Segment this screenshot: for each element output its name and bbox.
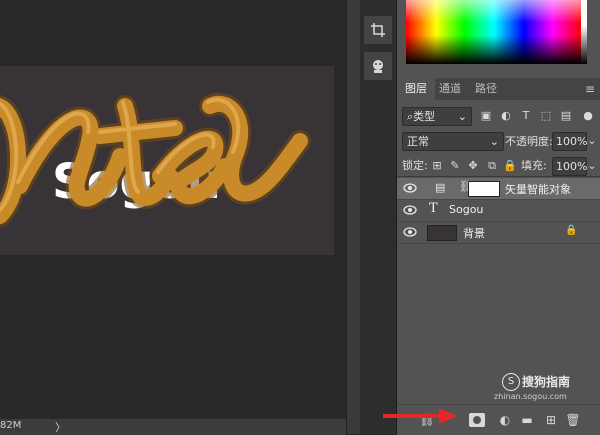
panel-tabs: 图层 通道 路径 ≡ bbox=[397, 78, 600, 100]
layer-kind-filter[interactable]: ⌕类型 ⌄ bbox=[402, 107, 472, 126]
layer-row-smart-object[interactable]: ▤ ⛓ 矢量智能对象 bbox=[397, 178, 600, 200]
watermark-url: zhinan.sogou.com bbox=[494, 392, 567, 401]
sogou-logo-icon: S bbox=[502, 373, 520, 391]
tab-paths[interactable]: 路径 bbox=[467, 78, 505, 100]
visibility-eye-icon[interactable] bbox=[403, 182, 417, 194]
new-group-icon[interactable]: ▬ bbox=[519, 413, 535, 427]
layer-row-background[interactable]: 背景 🔒 bbox=[397, 222, 600, 244]
layer-name[interactable]: Sogou bbox=[449, 203, 483, 216]
blend-mode-value: 正常 bbox=[407, 135, 429, 148]
puppet-icon bbox=[373, 60, 383, 73]
opacity-chevron-icon[interactable]: ⌄ bbox=[586, 132, 598, 149]
lock-artboard-icon[interactable]: ⧉ bbox=[485, 157, 499, 174]
panel-menu-icon[interactable]: ≡ bbox=[585, 82, 595, 96]
visibility-eye-icon[interactable] bbox=[403, 204, 417, 216]
canvas-artwork: Sogou bbox=[0, 93, 311, 227]
crop-icon bbox=[371, 23, 385, 37]
layer-name[interactable]: 背景 bbox=[463, 225, 485, 241]
tab-channels[interactable]: 通道 bbox=[431, 78, 469, 100]
visibility-eye-icon[interactable] bbox=[403, 226, 417, 238]
smart-object-filter-icon[interactable]: ▤ bbox=[559, 107, 573, 124]
lock-all-icon[interactable]: 🔒 bbox=[503, 157, 517, 174]
lock-position-icon[interactable]: ✥ bbox=[466, 157, 480, 174]
lock-transparent-pixels-icon[interactable]: ⊞ bbox=[430, 157, 444, 174]
shape-filter-icon[interactable]: ⬚ bbox=[539, 107, 553, 124]
red-arrow-annotation bbox=[383, 408, 457, 424]
fill-chevron-icon[interactable]: ⌄ bbox=[586, 157, 598, 174]
crop-tool-button[interactable] bbox=[364, 16, 392, 44]
puppet-tool-button[interactable] bbox=[364, 52, 392, 80]
status-bar: 82M 〉 bbox=[0, 418, 346, 435]
opacity-input[interactable]: 100% bbox=[552, 132, 587, 151]
chevron-down-icon: ⌄ bbox=[489, 135, 499, 148]
canvas-area[interactable]: Sogou bbox=[0, 0, 346, 418]
lock-image-pixels-icon[interactable]: ✎ bbox=[448, 157, 462, 174]
right-panel: 图层 通道 路径 ≡ ⌕类型 ⌄ ▣ ◐ T ⬚ ▤ ● 正常 ⌄ 不透明度: 10… bbox=[396, 0, 600, 435]
color-spectrum[interactable] bbox=[406, 0, 582, 64]
fill-input[interactable]: 100% bbox=[552, 157, 587, 176]
status-menu-arrow[interactable]: 〉 bbox=[55, 419, 66, 435]
type-filter-icon[interactable]: T bbox=[519, 107, 533, 124]
add-layer-mask-icon[interactable] bbox=[469, 413, 485, 427]
blend-mode-select[interactable]: 正常 ⌄ bbox=[402, 132, 504, 151]
panel-tool-strip bbox=[360, 0, 396, 434]
lock-label: 锁定: bbox=[402, 159, 428, 172]
opacity-label: 不透明度: bbox=[505, 135, 553, 148]
adjustment-filter-icon[interactable]: ◐ bbox=[499, 107, 513, 124]
layer-name[interactable]: 矢量智能对象 bbox=[505, 181, 571, 197]
text-layer-icon: T bbox=[429, 201, 438, 216]
fill-label: 填充: bbox=[521, 159, 547, 172]
tab-layers[interactable]: 图层 bbox=[397, 78, 435, 100]
color-brightness-strip[interactable] bbox=[581, 0, 587, 64]
layer-thumbnail bbox=[427, 225, 457, 241]
document-canvas[interactable]: Sogou bbox=[0, 66, 334, 255]
smart-object-icon: ▤ bbox=[435, 181, 446, 194]
filter-toggle-icon[interactable]: ● bbox=[581, 107, 595, 124]
layer-thumbnail bbox=[468, 181, 500, 197]
pixel-filter-icon[interactable]: ▣ bbox=[479, 107, 493, 124]
layer-row-text[interactable]: T Sogou bbox=[397, 200, 600, 222]
adjustment-layer-icon[interactable]: ◐ bbox=[497, 413, 513, 427]
chevron-down-icon: ⌄ bbox=[457, 110, 467, 123]
watermark-title: 搜狗指南 bbox=[522, 375, 571, 389]
delete-layer-icon[interactable]: 🗑 bbox=[565, 413, 581, 427]
kind-filter-label: 类型 bbox=[413, 110, 436, 123]
lock-icon: 🔒 bbox=[565, 225, 578, 236]
color-picker[interactable] bbox=[397, 0, 600, 72]
new-layer-icon[interactable]: ⊞ bbox=[543, 413, 559, 427]
document-size: 82M bbox=[0, 420, 22, 431]
layer-list: ▤ ⛓ 矢量智能对象 T Sogou 背景 🔒 bbox=[397, 176, 600, 405]
